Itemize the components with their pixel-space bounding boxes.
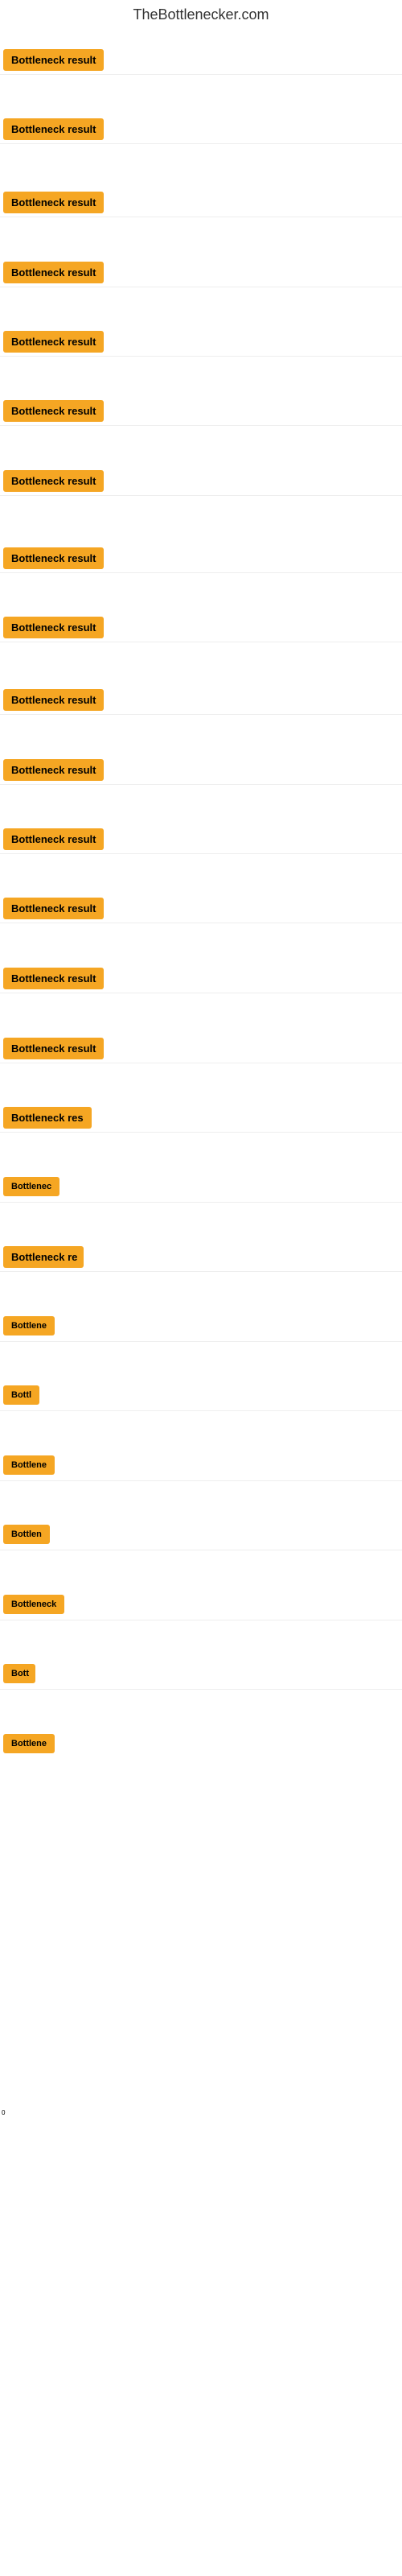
bottleneck-badge-23: Bottleneck [3, 1595, 64, 1614]
result-row-1: Bottleneck result [0, 46, 402, 78]
result-row-23: Bottleneck [0, 1591, 402, 1621]
bottleneck-badge-22: Bottlen [3, 1525, 50, 1544]
divider-8 [0, 572, 402, 573]
bottleneck-badge-14: Bottleneck result [3, 968, 104, 989]
bottleneck-badge-1: Bottleneck result [3, 49, 104, 71]
result-row-18: Bottleneck re [0, 1243, 402, 1275]
bottleneck-badge-9: Bottleneck result [3, 617, 104, 638]
bottleneck-badge-11: Bottleneck result [3, 759, 104, 781]
result-row-5: Bottleneck result [0, 328, 402, 360]
result-row-16: Bottleneck res [0, 1104, 402, 1136]
bottleneck-badge-18: Bottleneck re [3, 1246, 84, 1268]
bottleneck-badge-4: Bottleneck result [3, 262, 104, 283]
result-row-11: Bottleneck result [0, 756, 402, 788]
bottleneck-badge-20: Bottl [3, 1385, 39, 1405]
bottom-area: 0 [0, 2093, 402, 2576]
bottleneck-badge-13: Bottleneck result [3, 898, 104, 919]
bottleneck-badge-25: Bottlene [3, 1734, 55, 1753]
result-row-17: Bottlenec [0, 1174, 402, 1203]
bottleneck-badge-7: Bottleneck result [3, 470, 104, 492]
bottleneck-badge-8: Bottleneck result [3, 547, 104, 569]
divider-21 [0, 1480, 402, 1481]
bottleneck-badge-3: Bottleneck result [3, 192, 104, 213]
bottleneck-badge-16: Bottleneck res [3, 1107, 92, 1129]
result-row-24: Bott [0, 1661, 402, 1690]
divider-18 [0, 1271, 402, 1272]
result-row-10: Bottleneck result [0, 686, 402, 718]
divider-5 [0, 356, 402, 357]
divider-17 [0, 1202, 402, 1203]
result-row-13: Bottleneck result [0, 894, 402, 927]
bottleneck-badge-19: Bottlene [3, 1316, 55, 1335]
bottleneck-badge-17: Bottlenec [3, 1177, 59, 1196]
divider-10 [0, 714, 402, 715]
result-row-4: Bottleneck result [0, 258, 402, 291]
bottleneck-badge-6: Bottleneck result [3, 400, 104, 422]
bottleneck-badge-2: Bottleneck result [3, 118, 104, 140]
result-row-3: Bottleneck result [0, 188, 402, 221]
bottleneck-badge-21: Bottlene [3, 1455, 55, 1475]
divider-12 [0, 853, 402, 854]
bottleneck-badge-5: Bottleneck result [3, 331, 104, 353]
result-row-2: Bottleneck result [0, 115, 402, 147]
divider-16 [0, 1132, 402, 1133]
result-row-20: Bottl [0, 1382, 402, 1412]
bottleneck-badge-24: Bott [3, 1664, 35, 1683]
result-row-9: Bottleneck result [0, 613, 402, 646]
bottleneck-badge-12: Bottleneck result [3, 828, 104, 850]
result-row-6: Bottleneck result [0, 397, 402, 429]
result-row-19: Bottlene [0, 1313, 402, 1343]
bottleneck-badge-10: Bottleneck result [3, 689, 104, 711]
divider-19 [0, 1341, 402, 1342]
divider-1 [0, 74, 402, 75]
result-row-7: Bottleneck result [0, 467, 402, 499]
result-row-14: Bottleneck result [0, 964, 402, 997]
result-row-21: Bottlene [0, 1452, 402, 1482]
bottleneck-badge-15: Bottleneck result [3, 1038, 104, 1059]
result-row-22: Bottlen [0, 1521, 402, 1551]
divider-7 [0, 495, 402, 496]
divider-20 [0, 1410, 402, 1411]
divider-2 [0, 143, 402, 144]
result-row-8: Bottleneck result [0, 544, 402, 576]
divider-24 [0, 1689, 402, 1690]
result-row-25: Bottlene [0, 1731, 402, 1761]
site-title: TheBottlenecker.com [0, 0, 402, 33]
divider-11 [0, 784, 402, 785]
result-row-12: Bottleneck result [0, 825, 402, 857]
axis-label-main: 0 [2, 2109, 5, 2116]
page-wrapper: TheBottlenecker.com 0 Bottleneck result B… [0, 0, 402, 2576]
result-row-15: Bottleneck result [0, 1034, 402, 1067]
divider-6 [0, 425, 402, 426]
